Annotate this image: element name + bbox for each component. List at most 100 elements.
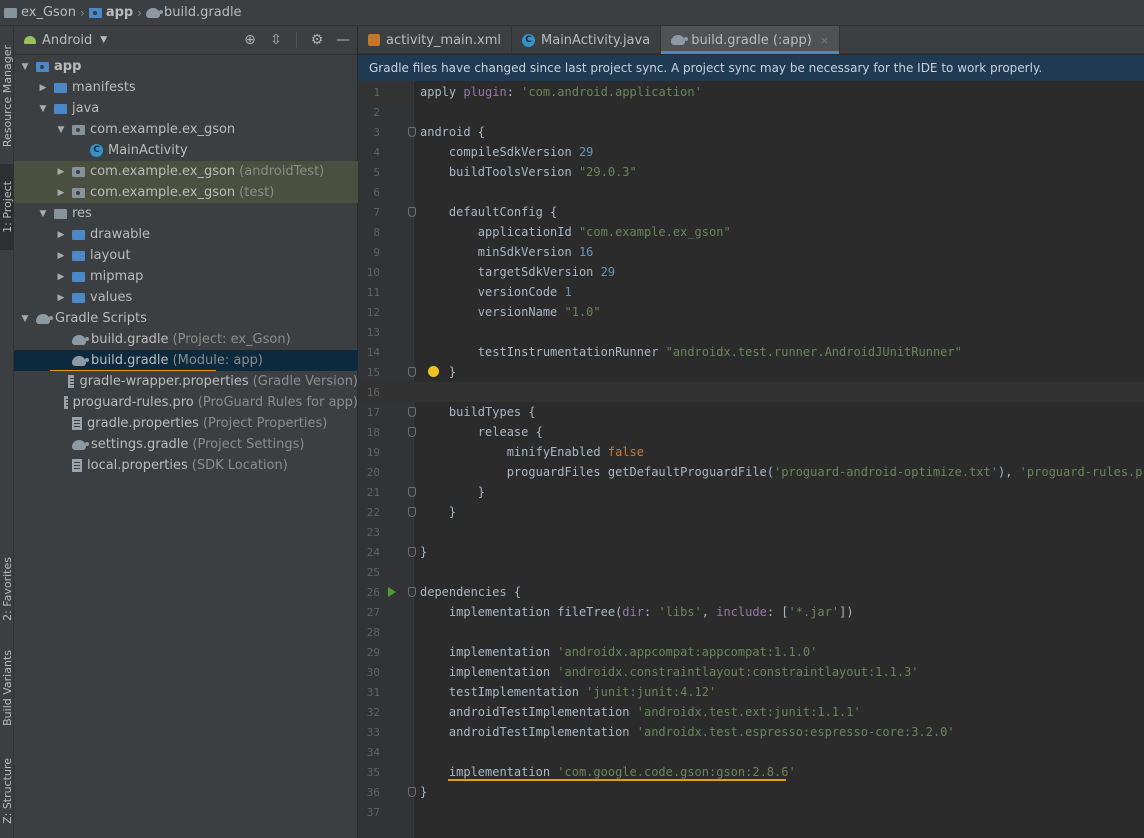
tab-main-activity-java[interactable]: C MainActivity.java bbox=[512, 26, 662, 54]
tree-row[interactable]: ▼ app bbox=[14, 56, 358, 77]
code-line[interactable]: 2 bbox=[358, 102, 1144, 122]
code-line[interactable]: 19 minifyEnabled false bbox=[358, 442, 1144, 462]
fold-marker-icon[interactable] bbox=[408, 547, 416, 557]
code-editor[interactable]: 1 apply plugin: 'com.android.application'… bbox=[358, 81, 1144, 838]
code-line[interactable]: 31 testImplementation 'junit:junit:4.12' bbox=[358, 682, 1144, 702]
code-line[interactable]: 27 implementation fileTree(dir: 'libs', … bbox=[358, 602, 1144, 622]
tree-row[interactable]: ▶ manifests bbox=[14, 77, 358, 98]
fold-marker-icon[interactable] bbox=[408, 207, 416, 217]
code-line[interactable]: 5 buildToolsVersion "29.0.3" bbox=[358, 162, 1144, 182]
collapse-arrow-icon[interactable]: ▶ bbox=[54, 251, 68, 261]
code-line[interactable]: 26 dependencies { bbox=[358, 582, 1144, 602]
code-line[interactable]: 36} bbox=[358, 782, 1144, 802]
run-icon[interactable] bbox=[388, 587, 396, 597]
minimize-icon[interactable]: — bbox=[333, 30, 353, 50]
tree-row[interactable]: ▶ mipmap bbox=[14, 266, 358, 287]
fold-marker-icon[interactable] bbox=[408, 587, 416, 597]
code-line[interactable]: 33 androidTestImplementation 'androidx.t… bbox=[358, 722, 1144, 742]
breadcrumb-item-file[interactable]: build.gradle bbox=[146, 5, 242, 20]
code-line[interactable]: 15 } bbox=[358, 362, 1144, 382]
collapse-arrow-icon[interactable]: ▶ bbox=[54, 293, 68, 303]
code-line[interactable]: 6 bbox=[358, 182, 1144, 202]
tree-row[interactable]: ▼ com.example.ex_gson bbox=[14, 119, 358, 140]
properties-file-icon bbox=[67, 375, 76, 388]
code-line[interactable]: 7 defaultConfig { bbox=[358, 202, 1144, 222]
code-line[interactable]: 18 release { bbox=[358, 422, 1144, 442]
code-line[interactable]: 10 targetSdkVersion 29 bbox=[358, 262, 1144, 282]
tool-tab-build-variants[interactable]: Build Variants bbox=[0, 638, 14, 738]
collapse-arrow-icon[interactable]: ▶ bbox=[54, 188, 68, 198]
tree-row[interactable]: ▶ values bbox=[14, 287, 358, 308]
code-token: 'androidx.constraintlayout:constraintlay… bbox=[557, 665, 919, 679]
code-line[interactable]: 13 bbox=[358, 322, 1144, 342]
locate-icon[interactable]: ⊕ bbox=[240, 30, 260, 50]
tool-tab-structure[interactable]: Z: Structure bbox=[0, 748, 14, 834]
tree-row[interactable]: ▶ com.example.ex_gson (test) bbox=[14, 182, 358, 203]
tree-row[interactable]: gradle.properties (Project Properties) bbox=[14, 413, 358, 434]
expand-arrow-icon[interactable]: ▼ bbox=[36, 209, 50, 219]
code-line[interactable]: 12 versionName "1.0" bbox=[358, 302, 1144, 322]
collapse-arrow-icon[interactable]: ▶ bbox=[36, 83, 50, 93]
code-line[interactable]: 1 apply plugin: 'com.android.application' bbox=[358, 82, 1144, 102]
tree-row[interactable]: C MainActivity bbox=[14, 140, 358, 161]
code-line[interactable]: 30 implementation 'androidx.constraintla… bbox=[358, 662, 1144, 682]
fold-marker-icon[interactable] bbox=[408, 487, 416, 497]
code-line[interactable]: 20 proguardFiles getDefaultProguardFile(… bbox=[358, 462, 1144, 482]
code-line[interactable]: 23 bbox=[358, 522, 1144, 542]
code-line[interactable]: 14 testInstrumentationRunner "androidx.t… bbox=[358, 342, 1144, 362]
code-line[interactable]: 3 android { bbox=[358, 122, 1144, 142]
tree-row[interactable]: ▶ com.example.ex_gson (androidTest) bbox=[14, 161, 358, 182]
tab-build-gradle-app[interactable]: build.gradle (:app) × bbox=[661, 26, 841, 54]
close-icon[interactable]: × bbox=[820, 34, 829, 47]
tree-row[interactable]: ▼ java bbox=[14, 98, 358, 119]
collapse-arrow-icon[interactable]: ▶ bbox=[54, 230, 68, 240]
collapse-arrow-icon[interactable]: ▶ bbox=[54, 167, 68, 177]
code-token: minifyEnabled bbox=[420, 445, 608, 459]
expand-arrow-icon[interactable]: ▼ bbox=[54, 125, 68, 135]
fold-marker-icon[interactable] bbox=[408, 407, 416, 417]
code-line[interactable]: 37 bbox=[358, 802, 1144, 822]
tree-row[interactable]: gradle-wrapper.properties (Gradle Version… bbox=[14, 371, 358, 392]
fold-marker-icon[interactable] bbox=[408, 507, 416, 517]
code-line[interactable]: 28 bbox=[358, 622, 1144, 642]
collapse-icon[interactable]: ⇳ bbox=[266, 30, 286, 50]
breadcrumb-item-module[interactable]: app bbox=[88, 5, 133, 20]
tree-row[interactable]: proguard-rules.pro (ProGuard Rules for ap… bbox=[14, 392, 358, 413]
code-line[interactable]: 9 minSdkVersion 16 bbox=[358, 242, 1144, 262]
tree-row[interactable]: build.gradle (Module: app) bbox=[14, 350, 358, 371]
tree-row[interactable]: build.gradle (Project: ex_Gson) bbox=[14, 329, 358, 350]
tree-row[interactable]: ▼ Gradle Scripts bbox=[14, 308, 358, 329]
expand-arrow-icon[interactable]: ▼ bbox=[18, 62, 32, 72]
tool-tab-project[interactable]: 1: Project bbox=[0, 164, 14, 250]
code-line[interactable]: 24} bbox=[358, 542, 1144, 562]
tree-row[interactable]: local.properties (SDK Location) bbox=[14, 455, 358, 476]
fold-marker-icon[interactable] bbox=[408, 427, 416, 437]
collapse-arrow-icon[interactable]: ▶ bbox=[54, 272, 68, 282]
gear-icon[interactable]: ⚙ bbox=[307, 30, 327, 50]
tab-activity-main-xml[interactable]: activity_main.xml bbox=[358, 26, 513, 54]
breadcrumb-item-project[interactable]: ex_Gson bbox=[4, 5, 76, 20]
fold-marker-icon[interactable] bbox=[408, 127, 416, 137]
expand-arrow-icon[interactable]: ▼ bbox=[36, 104, 50, 114]
tree-row[interactable]: settings.gradle (Project Settings) bbox=[14, 434, 358, 455]
tool-tab-resource-manager[interactable]: Resource Manager bbox=[0, 34, 14, 158]
code-line[interactable]: 11 versionCode 1 bbox=[358, 282, 1144, 302]
code-line[interactable]: 29 implementation 'androidx.appcompat:ap… bbox=[358, 642, 1144, 662]
code-line[interactable]: 25 bbox=[358, 562, 1144, 582]
fold-marker-icon[interactable] bbox=[408, 787, 416, 797]
code-line[interactable]: 34 bbox=[358, 742, 1144, 762]
tool-tab-favorites[interactable]: 2: Favorites bbox=[0, 546, 14, 632]
tree-row[interactable]: ▶ drawable bbox=[14, 224, 358, 245]
code-line[interactable]: 22 } bbox=[358, 502, 1144, 522]
code-line[interactable]: 17 buildTypes { bbox=[358, 402, 1144, 422]
lightbulb-icon[interactable] bbox=[428, 366, 439, 377]
code-line[interactable]: 21 } bbox=[358, 482, 1144, 502]
code-line[interactable]: 8 applicationId "com.example.ex_gson" bbox=[358, 222, 1144, 242]
expand-arrow-icon[interactable]: ▼ bbox=[18, 314, 32, 324]
code-line[interactable]: 16 bbox=[358, 382, 1144, 402]
code-line[interactable]: 32 androidTestImplementation 'androidx.t… bbox=[358, 702, 1144, 722]
fold-marker-icon[interactable] bbox=[408, 367, 416, 377]
code-line[interactable]: 4 compileSdkVersion 29 bbox=[358, 142, 1144, 162]
tree-row[interactable]: ▶ layout bbox=[14, 245, 358, 266]
tree-row[interactable]: ▼ res bbox=[14, 203, 358, 224]
